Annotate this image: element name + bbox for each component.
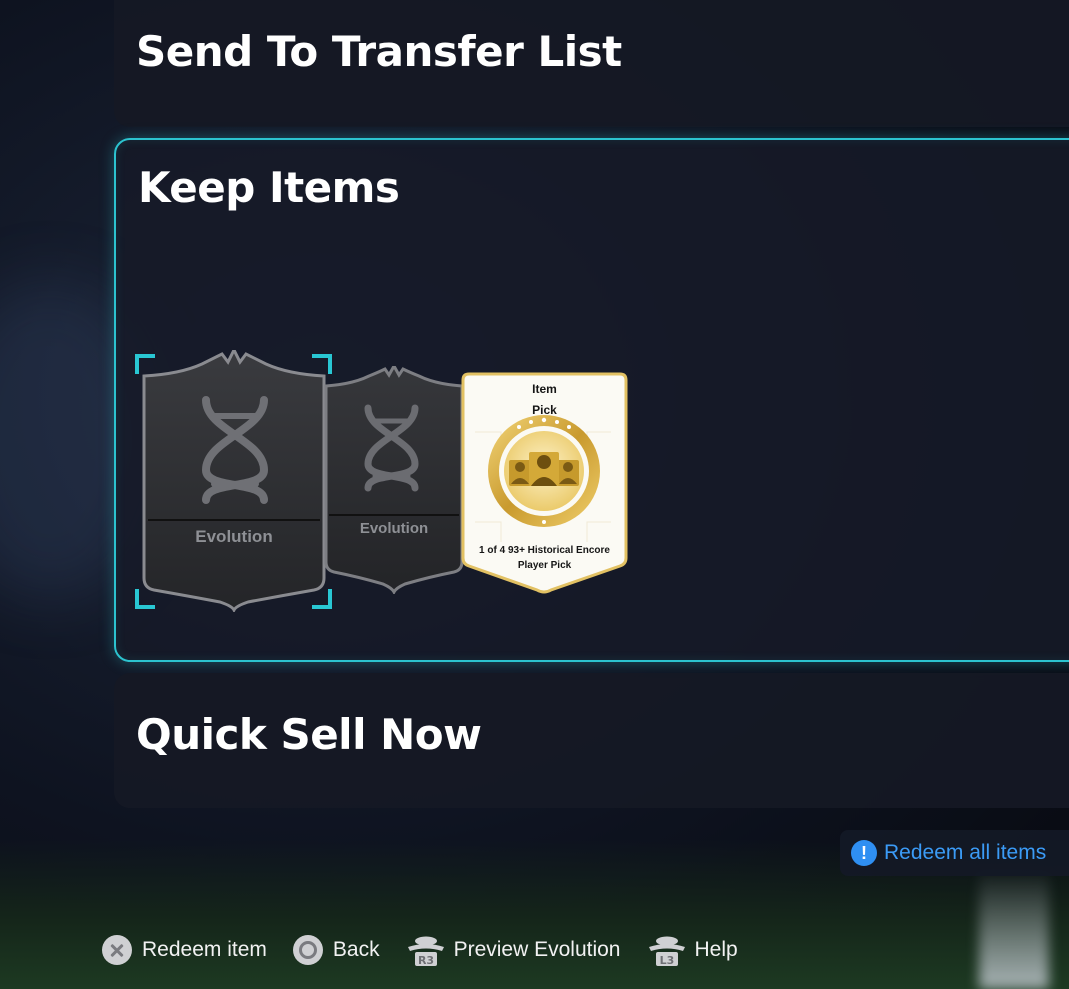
circle-button-icon bbox=[292, 935, 323, 965]
evolution-card-label: Evolution bbox=[359, 520, 429, 537]
l3-stick-icon: L3 bbox=[648, 936, 685, 967]
redeem-all-items-label: Redeem all items bbox=[884, 841, 1047, 864]
help-hint[interactable]: L3 Help bbox=[647, 933, 738, 967]
item-pick-title-line1: Item bbox=[532, 382, 557, 396]
cross-button-icon bbox=[102, 935, 132, 965]
button-hint-bar: Redeem item Back R3 Preview Evolution L3… bbox=[102, 930, 764, 970]
evolution-card-label: Evolution bbox=[195, 527, 273, 546]
evolution-card-shape bbox=[142, 350, 326, 612]
preview-evolution-hint[interactable]: R3 Preview Evolution bbox=[406, 933, 621, 967]
r3-stick-icon: R3 bbox=[407, 936, 444, 967]
item-pick-card[interactable]: Item Pick 1 of 4 93+ Historical Encore P… bbox=[461, 372, 628, 596]
redeem-item-hint[interactable]: Redeem item bbox=[102, 935, 267, 965]
quick-sell-now-title: Quick Sell Now bbox=[136, 710, 482, 759]
selection-bracket-top-left bbox=[135, 354, 155, 374]
alert-icon: ! bbox=[851, 840, 877, 866]
redeem-item-label: Redeem item bbox=[142, 938, 267, 961]
help-label: Help bbox=[694, 938, 738, 961]
item-pick-description: 1 of 4 93+ Historical Encore Player Pick bbox=[479, 545, 610, 571]
back-hint[interactable]: Back bbox=[292, 935, 380, 965]
keep-items-title: Keep Items bbox=[138, 163, 400, 212]
quick-sell-now-option[interactable]: Quick Sell Now bbox=[114, 673, 1069, 808]
send-to-transfer-list-option[interactable]: Send To Transfer List bbox=[114, 0, 1069, 127]
evolution-card[interactable]: Evolution bbox=[323, 366, 465, 594]
preview-evolution-label: Preview Evolution bbox=[453, 938, 621, 961]
l3-text: L3 bbox=[659, 954, 674, 967]
pitch-line bbox=[979, 869, 1049, 989]
r3-text: R3 bbox=[418, 954, 434, 967]
selection-bracket-bottom-left bbox=[135, 589, 155, 609]
item-pick-title-line2: Pick bbox=[532, 403, 557, 417]
send-to-transfer-list-title: Send To Transfer List bbox=[136, 27, 622, 76]
evolution-card[interactable]: Evolution bbox=[140, 350, 328, 612]
redeem-all-items-button[interactable]: ! Redeem all items bbox=[840, 830, 1069, 876]
evolution-card-shape bbox=[324, 366, 464, 594]
back-label: Back bbox=[332, 938, 380, 961]
